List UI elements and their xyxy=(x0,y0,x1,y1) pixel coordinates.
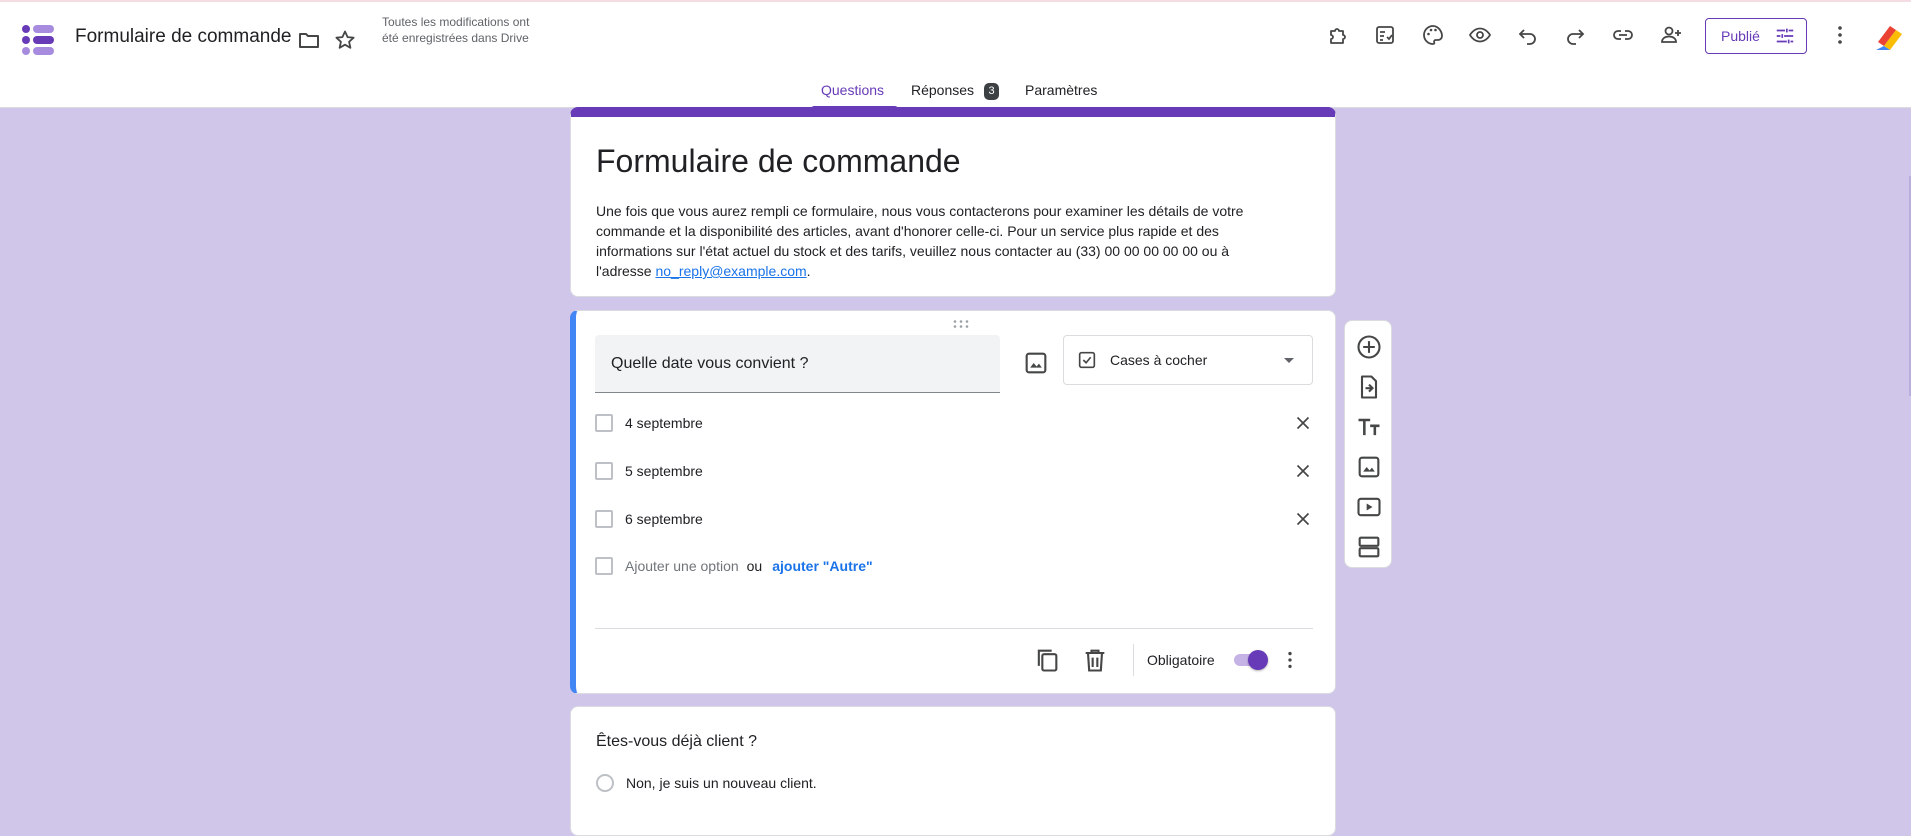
add-image-icon[interactable] xyxy=(1022,349,1050,377)
option-row[interactable]: 6 septembre xyxy=(595,504,1315,534)
delete-icon[interactable] xyxy=(1081,646,1109,674)
question-type-label: Cases à cocher xyxy=(1110,352,1208,368)
question-title: Êtes-vous déjà client ? xyxy=(596,733,757,750)
add-other-button[interactable]: ajouter "Autre" xyxy=(772,558,872,574)
add-image-icon[interactable] xyxy=(1355,453,1383,481)
checkbox-icon xyxy=(595,462,613,480)
add-option-input[interactable]: Ajouter une option xyxy=(625,558,739,574)
add-collaborator-icon[interactable] xyxy=(1657,21,1685,49)
option-label[interactable]: 4 septembre xyxy=(625,415,703,431)
document-title[interactable]: Formulaire de commande xyxy=(75,26,291,48)
tab-questions[interactable]: Questions xyxy=(821,82,884,98)
chevron-down-icon xyxy=(1284,358,1294,363)
form-header-card[interactable]: Formulaire de commande Une fois que vous… xyxy=(570,107,1336,297)
add-option-row: Ajouter une option ou ajouter "Autre" xyxy=(595,551,1315,581)
account-avatar-icon[interactable] xyxy=(1874,22,1906,54)
add-video-icon[interactable] xyxy=(1355,493,1383,521)
preview-icon[interactable] xyxy=(1466,21,1494,49)
palette-icon[interactable] xyxy=(1419,21,1447,49)
add-question-icon[interactable] xyxy=(1355,333,1383,361)
form-description-end: . xyxy=(806,263,811,279)
add-title-icon[interactable] xyxy=(1355,413,1383,441)
form-description[interactable]: Une fois que vous aurez rempli ce formul… xyxy=(596,201,1286,281)
addon-icon[interactable] xyxy=(1324,21,1352,49)
divider xyxy=(1133,644,1134,676)
save-status: Toutes les modifications ont été enregis… xyxy=(382,15,530,45)
tab-responses-label: Réponses xyxy=(911,82,975,98)
tab-responses[interactable]: Réponses 3 xyxy=(911,82,1000,100)
link-icon[interactable] xyxy=(1609,21,1637,49)
option-row[interactable]: 5 septembre xyxy=(595,456,1315,486)
app-header: Formulaire de commande Toutes les modifi… xyxy=(0,0,1911,109)
toggle-thumb xyxy=(1248,650,1268,670)
publish-settings-icon xyxy=(1776,28,1794,44)
question-type-select[interactable]: Cases à cocher xyxy=(1063,335,1313,385)
more-vert-icon[interactable] xyxy=(1826,21,1854,49)
radio-icon xyxy=(596,774,614,792)
tab-settings[interactable]: Paramètres xyxy=(1025,82,1097,98)
checkbox-icon xyxy=(595,557,613,575)
option-label[interactable]: 6 septembre xyxy=(625,511,703,527)
star-icon[interactable] xyxy=(331,26,359,54)
drag-handle-icon[interactable] xyxy=(952,319,970,329)
checkbox-icon xyxy=(595,510,613,528)
quiz-icon[interactable] xyxy=(1371,21,1399,49)
option-row: Non, je suis un nouveau client. xyxy=(596,774,817,792)
import-questions-icon[interactable] xyxy=(1355,373,1383,401)
required-toggle[interactable] xyxy=(1232,650,1268,670)
contact-email-link[interactable]: no_reply@example.com xyxy=(655,263,806,279)
question-card-active[interactable]: Quelle date vous convient ? Cases à coch… xyxy=(570,310,1336,694)
duplicate-icon[interactable] xyxy=(1033,646,1061,674)
option-label: Non, je suis un nouveau client. xyxy=(626,775,817,791)
folder-icon[interactable] xyxy=(295,26,323,54)
publish-label: Publié xyxy=(1721,28,1760,44)
form-title[interactable]: Formulaire de commande xyxy=(596,143,961,180)
required-label: Obligatoire xyxy=(1147,652,1215,668)
checkbox-icon xyxy=(595,414,613,432)
undo-icon[interactable] xyxy=(1514,21,1542,49)
divider xyxy=(595,628,1313,629)
option-row[interactable]: 4 septembre xyxy=(595,408,1315,438)
remove-option-icon[interactable] xyxy=(1291,459,1315,483)
checkbox-type-icon xyxy=(1078,351,1096,369)
remove-option-icon[interactable] xyxy=(1291,411,1315,435)
forms-logo-icon[interactable] xyxy=(20,22,56,58)
add-section-icon[interactable] xyxy=(1355,533,1383,561)
remove-option-icon[interactable] xyxy=(1291,507,1315,531)
question-title-input[interactable]: Quelle date vous convient ? xyxy=(595,335,1000,393)
or-text: ou xyxy=(746,558,763,574)
publish-button[interactable]: Publié xyxy=(1705,18,1807,54)
floating-toolbar xyxy=(1344,320,1392,568)
more-vert-icon[interactable] xyxy=(1276,646,1304,674)
responses-count-badge: 3 xyxy=(984,83,1000,100)
option-label[interactable]: 5 septembre xyxy=(625,463,703,479)
redo-icon[interactable] xyxy=(1561,21,1589,49)
